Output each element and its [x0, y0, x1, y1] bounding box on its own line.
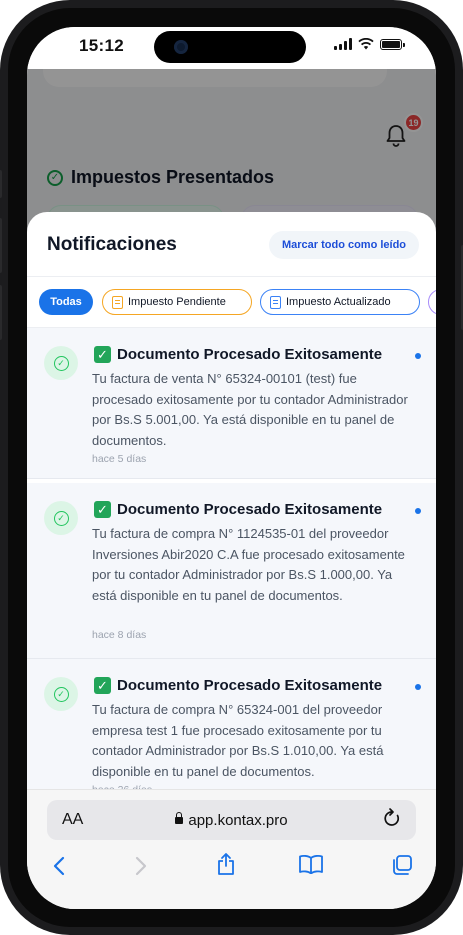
notification-time: hace 5 días	[92, 453, 147, 465]
notification-title: ✓ Documento Procesado Exitosamente	[94, 677, 382, 694]
phone-frame: 19 ✓ Impuestos Presentados › › 15:12	[0, 0, 463, 935]
url-display: app.kontax.pro	[47, 812, 416, 829]
reload-icon[interactable]	[382, 807, 402, 835]
check-mark-emoji-icon: ✓	[94, 501, 111, 518]
notification-list: ✓ ✓ Documento Procesado Exitosamente Tu …	[27, 328, 436, 792]
document-icon	[270, 295, 281, 309]
tabs-icon[interactable]	[391, 854, 413, 876]
browser-toolbar: AA app.kontax.pro	[27, 789, 436, 909]
notification-body: Tu factura de compra N° 65324-001 del pr…	[92, 702, 384, 779]
wifi-icon	[358, 38, 374, 50]
battery-icon	[380, 38, 405, 50]
notification-item[interactable]: ✓ ✓ Documento Procesado Exitosamente Tu …	[27, 483, 436, 659]
check-circle-icon: ✓	[53, 686, 69, 702]
notification-item[interactable]: ✓ ✓ Documento Procesado Exitosamente Tu …	[27, 659, 436, 792]
filter-chip-label: Impuesto Actualizado	[286, 296, 391, 308]
notification-title-text: Documento Procesado Exitosamente	[117, 677, 383, 694]
browser-nav-row	[27, 848, 436, 888]
notification-body: Tu factura de venta N° 65324-00101 (test…	[92, 371, 408, 448]
notification-title: ✓ Documento Procesado Exitosamente	[94, 346, 382, 363]
mark-all-read-button[interactable]: Marcar todo como leído	[269, 231, 419, 259]
screen: 19 ✓ Impuestos Presentados › › 15:12	[27, 27, 436, 909]
filter-chips: Todas Impuesto Pendiente Impuesto Actual…	[27, 276, 436, 328]
filter-chip-impuesto-actualizado[interactable]: Impuesto Actualizado	[260, 289, 420, 315]
check-circle-icon: ✓	[53, 355, 69, 371]
status-bar: 15:12	[27, 27, 436, 69]
sheet-title: Notificaciones	[47, 234, 177, 255]
check-mark-emoji-icon: ✓	[94, 346, 111, 363]
back-icon[interactable]	[53, 856, 65, 876]
filter-chip-more[interactable]	[428, 289, 436, 315]
unread-dot	[415, 508, 421, 514]
notifications-sheet: Notificaciones Marcar todo como leído To…	[27, 212, 436, 792]
dynamic-island	[154, 31, 306, 63]
notification-item[interactable]: ✓ ✓ Documento Procesado Exitosamente Tu …	[27, 328, 436, 479]
lock-icon	[175, 812, 184, 824]
notification-time: hace 8 días	[92, 629, 147, 641]
share-icon[interactable]	[217, 852, 235, 876]
bookmarks-icon[interactable]	[298, 854, 324, 874]
filter-chip-impuesto-pendiente[interactable]: Impuesto Pendiente	[102, 289, 252, 315]
notification-title: ✓ Documento Procesado Exitosamente	[94, 501, 382, 518]
sheet-header: Notificaciones Marcar todo como leído	[27, 212, 436, 277]
success-icon: ✓	[44, 346, 78, 380]
unread-dot	[415, 353, 421, 359]
status-time: 15:12	[79, 36, 124, 55]
unread-dot	[415, 684, 421, 690]
notification-title-text: Documento Procesado Exitosamente	[117, 501, 383, 518]
address-bar[interactable]: AA app.kontax.pro	[47, 800, 416, 840]
filter-chip-todas[interactable]: Todas	[39, 289, 93, 315]
signal-icon	[334, 38, 352, 50]
document-icon	[112, 295, 123, 309]
filter-chip-label: Todas	[50, 296, 82, 308]
success-icon: ✓	[44, 677, 78, 711]
volume-up-button	[0, 218, 2, 273]
forward-icon[interactable]	[135, 856, 147, 876]
url-text: app.kontax.pro	[188, 812, 288, 829]
volume-down-button	[0, 285, 2, 340]
notification-body: Tu factura de compra N° 1124535-01 del p…	[92, 526, 405, 603]
mute-switch	[0, 170, 2, 198]
check-mark-emoji-icon: ✓	[94, 677, 111, 694]
notification-title-text: Documento Procesado Exitosamente	[117, 346, 383, 363]
success-icon: ✓	[44, 501, 78, 535]
status-icons	[334, 38, 405, 50]
check-circle-icon: ✓	[53, 510, 69, 526]
camera-icon	[174, 40, 188, 54]
filter-chip-label: Impuesto Pendiente	[128, 296, 226, 308]
